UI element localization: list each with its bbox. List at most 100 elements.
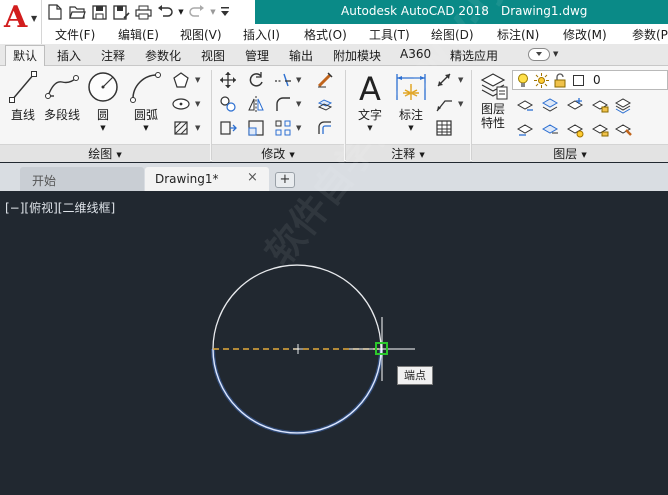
save-as-icon[interactable]	[110, 1, 132, 23]
modify-panel-label: 修改	[261, 147, 286, 161]
layer-off-icon[interactable]	[516, 96, 534, 114]
save-icon[interactable]	[88, 1, 110, 23]
lightbulb-icon	[518, 73, 528, 87]
layer-properties-label: 图层 特性	[480, 102, 505, 130]
draw-panel-title[interactable]: 绘图 ▼	[0, 144, 210, 162]
circle-button[interactable]: 圆 ▼	[86, 70, 120, 132]
line-label: 直线	[10, 108, 35, 122]
undo-icon[interactable]	[154, 1, 176, 23]
tab-drawing1[interactable]: Drawing1* ×	[145, 167, 269, 191]
chevron-down-icon[interactable]: ▼	[195, 100, 200, 108]
chevron-down-icon[interactable]: ▼	[195, 124, 200, 132]
erase-icon[interactable]	[316, 71, 334, 89]
ribbon-tab-bar: 默认 插入 注释 参数化 视图 管理 输出 附加模块 A360 精选应用 ▼	[0, 44, 668, 66]
menu-format[interactable]: 格式(O)	[304, 26, 347, 43]
array-icon[interactable]	[274, 119, 292, 137]
tab-output[interactable]: 输出	[289, 47, 313, 64]
customize-toolbar-icon[interactable]	[218, 1, 232, 23]
move-icon[interactable]	[219, 71, 237, 89]
annotation-panel-label: 注释	[391, 147, 416, 161]
chevron-down-icon[interactable]: ▼	[143, 124, 148, 132]
layer-properties-button[interactable]: 图层 特性	[476, 70, 510, 130]
arc-button[interactable]: 圆弧 ▼	[128, 70, 164, 132]
chevron-down-icon[interactable]: ▼	[553, 50, 558, 58]
layer-unlock-icon[interactable]	[591, 120, 609, 138]
menu-insert[interactable]: 插入(I)	[243, 26, 280, 43]
center-mark	[293, 344, 303, 354]
chevron-down-icon[interactable]: ▼	[296, 124, 301, 132]
menu-dimension[interactable]: 标注(N)	[497, 26, 539, 43]
layer-isolate-icon[interactable]	[541, 96, 559, 114]
ellipse-icon[interactable]	[172, 95, 190, 113]
tab-parametric[interactable]: 参数化	[145, 47, 181, 64]
tab-annotate[interactable]: 注释	[101, 47, 125, 64]
polygon-icon[interactable]	[172, 71, 190, 89]
close-icon[interactable]: ×	[247, 170, 258, 185]
chevron-down-icon[interactable]: ▼	[296, 76, 301, 84]
menu-bar: 文件(F) 编辑(E) 视图(V) 插入(I) 格式(O) 工具(T) 绘图(D…	[42, 24, 668, 44]
circle-upper-arc[interactable]	[212, 264, 382, 350]
menu-modify[interactable]: 修改(M)	[563, 26, 607, 43]
chevron-down-icon[interactable]: ▼	[458, 76, 463, 84]
application-menu-button[interactable]: A ▼	[0, 0, 42, 44]
tab-manage[interactable]: 管理	[245, 47, 269, 64]
chevron-down-icon[interactable]: ▼	[176, 1, 186, 23]
tab-insert[interactable]: 插入	[57, 47, 81, 64]
chevron-down-icon[interactable]: ▼	[208, 1, 218, 23]
layer-states-icon[interactable]	[614, 96, 632, 114]
redo-icon[interactable]	[186, 1, 208, 23]
print-icon[interactable]	[132, 1, 154, 23]
menu-tools[interactable]: 工具(T)	[369, 26, 410, 43]
rotate-icon[interactable]	[247, 71, 265, 89]
open-folder-icon[interactable]	[66, 1, 88, 23]
tab-addins[interactable]: 附加模块	[333, 47, 381, 64]
menu-parametric[interactable]: 参数(P	[632, 26, 668, 43]
circle-label: 圆	[96, 108, 109, 122]
ribbon-minimize-button[interactable]	[528, 48, 550, 61]
circle-lower-arc[interactable]	[212, 348, 382, 434]
trim-icon[interactable]	[274, 71, 292, 89]
chevron-down-icon: ▼	[581, 151, 587, 159]
table-icon[interactable]	[435, 119, 453, 137]
drawing-area[interactable]: [−][俯视][二维线框] 软件自学网 www.rjzxw.com 端点	[0, 0, 668, 495]
chevron-down-icon[interactable]: ▼	[195, 76, 200, 84]
layers-panel-label: 图层	[553, 147, 578, 161]
leader-icon[interactable]	[435, 95, 453, 113]
chevron-down-icon: ▼	[289, 151, 295, 159]
layer-lock-icon[interactable]	[591, 96, 609, 114]
offset-icon[interactable]	[316, 119, 334, 137]
layer-match-icon[interactable]	[516, 120, 534, 138]
fillet-icon[interactable]	[274, 95, 292, 113]
explode-icon[interactable]	[316, 95, 334, 113]
arc-label: 圆弧	[133, 108, 158, 122]
menu-view[interactable]: 视图(V)	[180, 26, 222, 43]
chevron-down-icon[interactable]: ▼	[100, 124, 105, 132]
layer-freeze-icon[interactable]	[566, 96, 584, 114]
layers-panel-title[interactable]: 图层 ▼	[472, 144, 668, 162]
chevron-down-icon[interactable]: ▼	[458, 100, 463, 108]
tab-view[interactable]: 视图	[201, 47, 225, 64]
copy-icon[interactable]	[219, 95, 237, 113]
layer-dropdown[interactable]: 0	[512, 70, 668, 90]
circle-lower-arc-selected[interactable]	[211, 348, 383, 435]
chevron-down-icon: ▼	[31, 14, 38, 23]
layer-thaw-icon[interactable]	[566, 120, 584, 138]
hatch-icon[interactable]	[172, 119, 190, 137]
tab-start[interactable]: 开始	[20, 167, 144, 191]
document-title: Drawing1.dwg	[501, 4, 588, 18]
line-icon	[9, 71, 37, 103]
menu-file[interactable]: 文件(F)	[55, 26, 95, 43]
layer-merge-icon[interactable]	[614, 120, 632, 138]
current-layer-name: 0	[593, 73, 601, 87]
line-button[interactable]: 直线	[8, 70, 38, 123]
menu-edit[interactable]: 编辑(E)	[118, 26, 159, 43]
stretch-icon[interactable]	[219, 119, 237, 137]
mirror-icon[interactable]	[247, 95, 265, 113]
layer-previous-icon[interactable]	[541, 120, 559, 138]
new-file-icon[interactable]	[44, 1, 66, 23]
chevron-down-icon[interactable]: ▼	[296, 100, 301, 108]
polyline-button[interactable]: 多段线	[44, 70, 80, 123]
tab-home[interactable]: 默认	[5, 45, 46, 66]
scale-icon[interactable]	[247, 119, 265, 137]
arc-icon	[130, 72, 161, 103]
